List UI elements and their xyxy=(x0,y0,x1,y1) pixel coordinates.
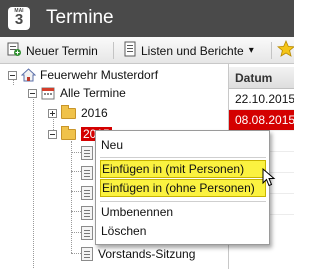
toolbar-separator xyxy=(271,42,272,59)
new-appointment-label: Neuer Termin xyxy=(26,43,98,58)
new-appointment-button[interactable]: Neuer Termin xyxy=(6,41,98,60)
menu-item-delete[interactable]: Löschen xyxy=(100,222,266,240)
table-row-selected[interactable]: 08.08.2015 xyxy=(229,110,294,131)
mouse-cursor-icon xyxy=(262,167,276,188)
home-icon xyxy=(21,68,36,82)
tree-node-2016[interactable]: 2016 xyxy=(48,104,108,122)
document-icon xyxy=(81,146,93,160)
page-title: Termine xyxy=(46,7,114,28)
tree-node-event[interactable]: Vorstands-Sitzung xyxy=(81,245,195,263)
lists-reports-button[interactable]: Listen und Berichte ▾ xyxy=(123,41,254,60)
title-bar: MAI 3 Termine xyxy=(0,0,294,37)
column-header-date[interactable]: Datum xyxy=(229,67,294,89)
tree-node-label: Vorstands-Sitzung xyxy=(98,247,196,261)
calendar-icon xyxy=(41,86,55,100)
menu-item-rename[interactable]: Umbenennen xyxy=(100,203,266,221)
document-icon xyxy=(81,226,93,240)
tree-connector xyxy=(71,211,81,212)
document-icon xyxy=(81,186,93,200)
document-icon xyxy=(81,247,93,261)
app-window: MAI 3 Termine Neuer Termin Listen und Be… xyxy=(0,0,294,269)
tree-connector xyxy=(71,253,81,254)
tree-connector xyxy=(71,171,81,172)
toolbar-separator xyxy=(113,42,114,59)
menu-separator xyxy=(100,201,266,202)
document-icon xyxy=(81,166,93,180)
tree-node-root[interactable]: Feuerwehr Musterdorf xyxy=(8,66,158,84)
context-menu: Neu Einfügen in (mit Personen) Einfügen … xyxy=(95,130,270,245)
menu-item-paste-with-persons[interactable]: Einfügen in (mit Personen) xyxy=(100,160,266,178)
tree-connector xyxy=(71,191,81,192)
tree-connector xyxy=(71,152,81,153)
expand-icon[interactable] xyxy=(48,108,57,118)
menu-item-paste-without-persons[interactable]: Einfügen in (ohne Personen) xyxy=(100,179,266,197)
tree-connector xyxy=(71,141,72,253)
report-icon xyxy=(123,41,137,60)
star-icon xyxy=(276,39,294,61)
toolbar: Neuer Termin Listen und Berichte ▾ xyxy=(0,37,294,64)
favorite-button[interactable] xyxy=(276,39,294,61)
menu-item-new[interactable]: Neu xyxy=(100,136,266,154)
tree-node-label: Alle Termine xyxy=(60,86,126,100)
tree-node-all-appointments[interactable]: Alle Termine xyxy=(28,84,126,102)
tree-node-label: Feuerwehr Musterdorf xyxy=(40,68,159,82)
chevron-down-icon: ▾ xyxy=(248,45,254,56)
collapse-icon[interactable] xyxy=(28,88,37,98)
tree-node-label: 2016 xyxy=(81,106,108,120)
menu-separator xyxy=(100,157,266,158)
collapse-icon[interactable] xyxy=(8,70,17,80)
logo-number: 3 xyxy=(14,11,24,28)
folder-icon xyxy=(61,104,76,119)
tree-connector xyxy=(71,232,81,233)
collapse-icon[interactable] xyxy=(48,129,57,139)
document-icon xyxy=(81,206,93,220)
folder-open-icon xyxy=(61,125,76,140)
lists-reports-label: Listen und Berichte xyxy=(141,43,244,58)
table-row[interactable]: 22.10.2015 xyxy=(229,89,294,110)
app-logo-icon: MAI 3 xyxy=(8,7,30,30)
tree-connector xyxy=(33,96,34,269)
new-document-icon xyxy=(6,41,22,60)
